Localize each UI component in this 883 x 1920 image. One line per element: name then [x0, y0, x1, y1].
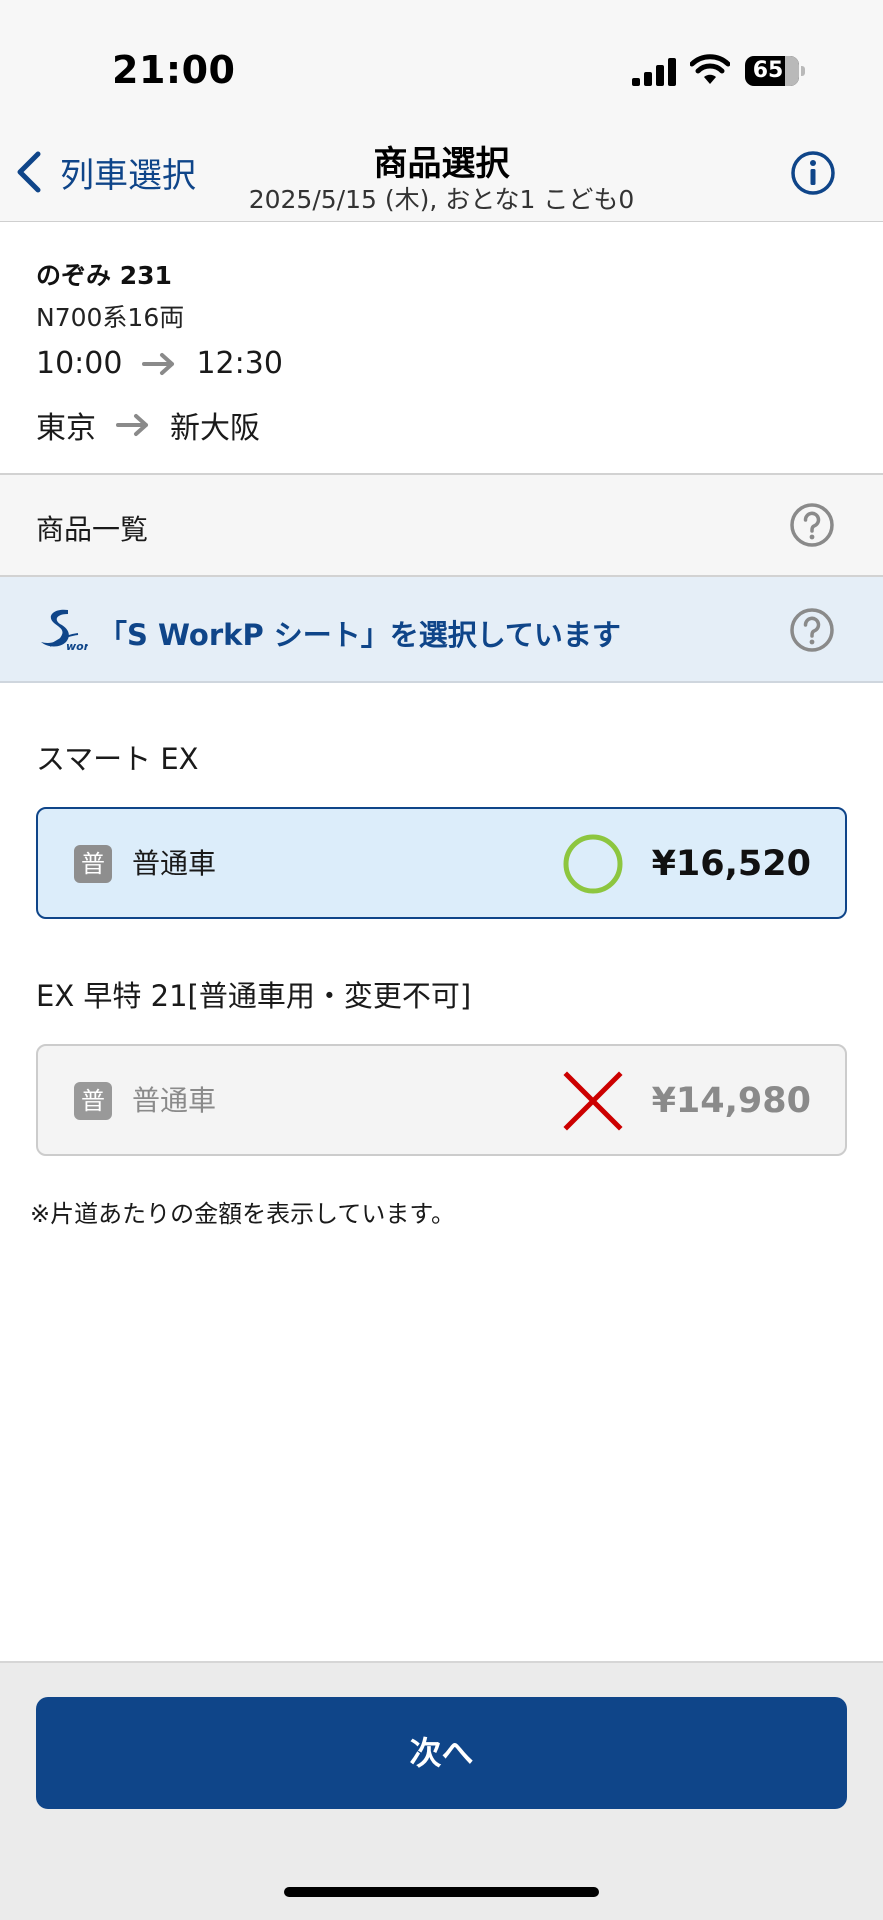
status-time: 21:00 — [112, 48, 236, 92]
car-class-badge: 普 — [74, 1082, 112, 1120]
car-class-label: 普通車 — [132, 847, 217, 880]
arrow-right-icon — [116, 414, 148, 436]
train-route: 東京 新大阪 — [36, 403, 260, 447]
battery-level: 65 — [752, 58, 784, 83]
to-station: 新大阪 — [170, 411, 260, 446]
battery-icon: 65 — [745, 56, 805, 86]
circle-mark-icon — [563, 834, 623, 894]
signal-icon — [632, 58, 676, 86]
train-car-type: N700系16両 — [36, 303, 185, 332]
arrive-time: 12:30 — [196, 346, 283, 381]
home-indicator[interactable] — [284, 1887, 599, 1897]
cross-mark-icon — [563, 1071, 623, 1131]
swork-banner-text: 「S WorkP シート」を選択しています — [98, 618, 621, 652]
from-station: 東京 — [36, 411, 96, 446]
product-section-title: スマート EX — [36, 742, 199, 776]
product-option-unavailable: 普 普通車 ¥14,980 — [36, 1044, 847, 1156]
wifi-icon — [690, 54, 730, 84]
train-name: のぞみ 231 — [36, 261, 172, 290]
swork-logo: work — [41, 609, 88, 652]
product-price: ¥16,520 — [651, 844, 811, 884]
product-list-title: 商品一覧 — [36, 513, 149, 546]
arrow-right-icon — [142, 352, 175, 375]
product-section-title: EX 早特 21[普通車用・変更不可] — [36, 979, 472, 1013]
train-times: 10:00 12:30 — [36, 346, 283, 381]
page-subtitle: 2025/5/15 (木), おとな1 こども0 — [248, 185, 635, 214]
help-icon[interactable] — [789, 607, 835, 653]
price-note: ※片道あたりの金額を表示しています。 — [30, 1200, 455, 1228]
help-icon[interactable] — [789, 502, 835, 548]
swork-logo-text: work — [66, 640, 88, 652]
product-option-selected[interactable]: 普 普通車 ¥16,520 — [36, 807, 847, 919]
next-button[interactable]: 次へ — [36, 1697, 847, 1809]
car-class-label: 普通車 — [132, 1084, 217, 1117]
depart-time: 10:00 — [36, 346, 123, 381]
page-title: 商品選択 — [373, 144, 510, 184]
info-icon[interactable] — [790, 150, 836, 196]
car-class-badge: 普 — [74, 845, 112, 883]
product-price: ¥14,980 — [651, 1081, 811, 1121]
